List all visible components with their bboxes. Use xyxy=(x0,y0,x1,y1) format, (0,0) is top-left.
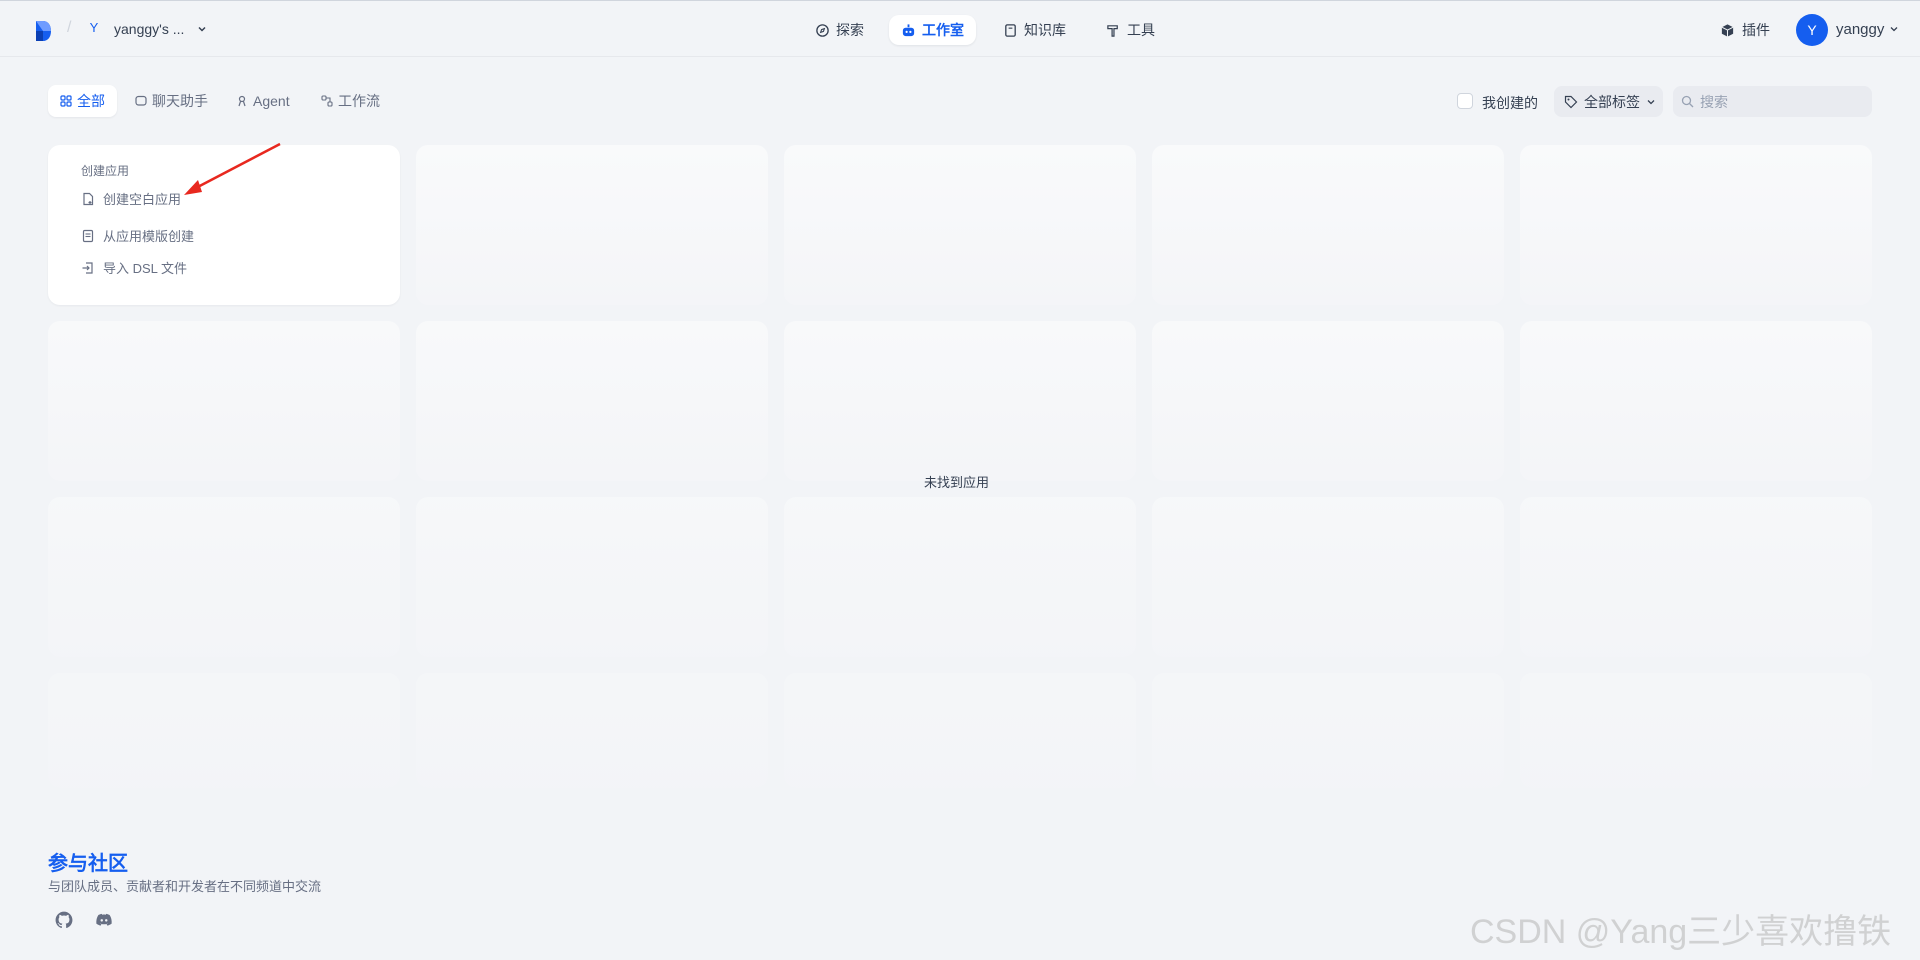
search-icon xyxy=(1681,95,1694,108)
discord-icon[interactable] xyxy=(95,911,113,929)
community-title: 参与社区 xyxy=(48,853,128,875)
app-card-placeholder xyxy=(416,673,768,788)
watermark-text: CSDN @Yang三少喜欢撸铁 xyxy=(1470,913,1892,951)
chevron-down-icon[interactable] xyxy=(1889,24,1899,34)
app-card-placeholder xyxy=(1152,497,1504,657)
create-from-template-button[interactable]: 从应用模版创建 xyxy=(81,226,194,245)
create-from-template-label: 从应用模版创建 xyxy=(103,229,195,244)
tag-filter-label: 全部标签 xyxy=(1584,93,1640,110)
import-dsl-label: 导入 DSL 文件 xyxy=(103,261,188,276)
app-card-placeholder xyxy=(48,673,400,788)
created-by-me-label[interactable]: 我创建的 xyxy=(1482,93,1538,113)
compass-icon xyxy=(816,23,829,37)
chevron-down-icon xyxy=(1647,99,1655,104)
app-card-placeholder xyxy=(1520,321,1872,481)
tab-agent-label: Agent xyxy=(253,93,290,109)
app-card-placeholder xyxy=(416,145,768,305)
create-app-title: 创建应用 xyxy=(81,164,130,178)
template-icon xyxy=(82,229,94,242)
tag-filter-dropdown[interactable]: 全部标签 xyxy=(1554,86,1663,117)
app-card-placeholder xyxy=(1520,673,1872,788)
nav-tools-label: 工具 xyxy=(1127,22,1155,38)
blank-file-icon xyxy=(83,192,94,205)
github-icon[interactable] xyxy=(55,911,73,929)
tab-chat-assistant-label: 聊天助手 xyxy=(152,93,208,109)
plugins-button[interactable]: 插件 xyxy=(1720,20,1770,40)
grid-icon xyxy=(60,95,72,107)
hammer-icon xyxy=(1107,24,1118,37)
nav-explore-label: 探索 xyxy=(836,22,864,38)
app-card-placeholder xyxy=(1520,497,1872,657)
create-blank-app-button[interactable]: 创建空白应用 xyxy=(81,189,181,208)
breadcrumb-separator: / xyxy=(67,19,72,36)
app-card-placeholder xyxy=(48,497,400,657)
app-card-placeholder xyxy=(1152,145,1504,305)
workspace-name[interactable]: yanggy's ... xyxy=(114,21,184,37)
tag-icon xyxy=(1564,95,1578,108)
chevron-down-icon[interactable] xyxy=(196,23,208,35)
book-icon xyxy=(1005,23,1016,37)
app-card-placeholder xyxy=(1152,321,1504,481)
app-card-placeholder xyxy=(416,321,768,481)
app-card-placeholder xyxy=(416,497,768,657)
nav-knowledge-label: 知识库 xyxy=(1024,22,1066,38)
nav-studio-label: 工作室 xyxy=(922,22,964,38)
create-blank-app-label: 创建空白应用 xyxy=(103,192,182,207)
app-card-placeholder xyxy=(784,145,1136,305)
agent-icon xyxy=(238,95,246,107)
empty-state-message: 未找到应用 xyxy=(924,475,990,490)
tab-agent[interactable]: Agent xyxy=(224,85,302,117)
user-name[interactable]: yanggy xyxy=(1836,21,1884,38)
created-by-me-checkbox[interactable] xyxy=(1457,93,1473,109)
tab-chat-assistant[interactable]: 聊天助手 xyxy=(123,85,220,117)
app-card-placeholder xyxy=(48,321,400,481)
nav-studio[interactable]: 工作室 xyxy=(889,15,976,45)
import-icon xyxy=(82,261,93,274)
cube-icon xyxy=(1721,23,1734,37)
search-input[interactable] xyxy=(1673,86,1872,117)
tab-all[interactable]: 全部 xyxy=(48,85,117,117)
plugins-label: 插件 xyxy=(1742,22,1770,38)
nav-explore[interactable]: 探索 xyxy=(803,15,876,45)
top-navigation-bar: / Y yanggy's ... 探索 工作室 知识库 工具 插件 Y yang… xyxy=(0,0,1920,57)
tab-all-label: 全部 xyxy=(77,93,105,109)
chat-icon xyxy=(135,95,147,106)
app-logo-icon[interactable] xyxy=(34,20,52,42)
app-card-placeholder xyxy=(784,497,1136,657)
user-avatar[interactable]: Y xyxy=(1796,14,1828,46)
app-card-placeholder xyxy=(1520,145,1872,305)
tab-workflow-label: 工作流 xyxy=(338,93,380,109)
workflow-icon xyxy=(321,95,333,107)
app-card-placeholder xyxy=(784,673,1136,788)
robot-icon xyxy=(902,23,915,36)
nav-tools[interactable]: 工具 xyxy=(1094,15,1167,45)
community-description: 与团队成员、贡献者和开发者在不同频道中交流 xyxy=(48,879,322,894)
app-card-placeholder xyxy=(784,321,1136,481)
nav-knowledge[interactable]: 知识库 xyxy=(991,15,1078,45)
tab-workflow[interactable]: 工作流 xyxy=(309,85,392,117)
annotation-arrow-icon xyxy=(184,142,281,195)
import-dsl-button[interactable]: 导入 DSL 文件 xyxy=(81,258,187,277)
app-card-placeholder xyxy=(1152,673,1504,788)
workspace-avatar[interactable]: Y xyxy=(86,20,102,38)
